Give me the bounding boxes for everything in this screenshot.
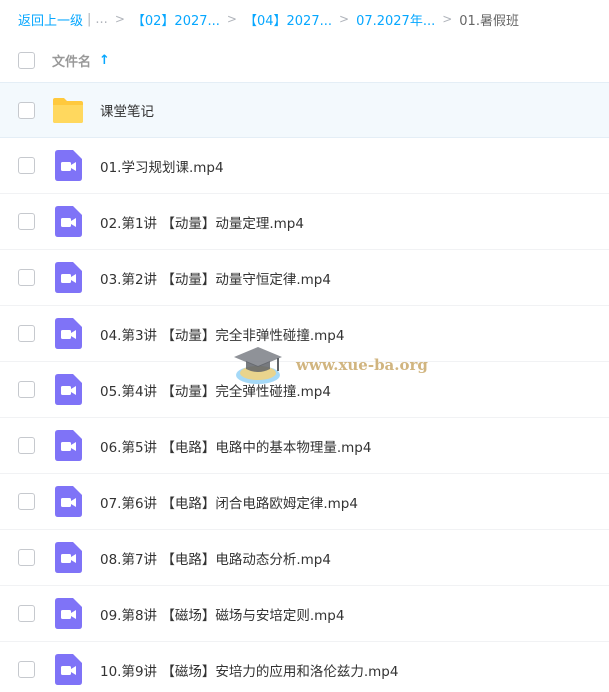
chevron-right-icon: > (339, 12, 350, 26)
row-checkbox[interactable] (18, 157, 35, 174)
file-name[interactable]: 06.第5讲 【电路】电路中的基本物理量.mp4 (100, 436, 371, 456)
chevron-right-icon: > (114, 12, 125, 26)
select-all-checkbox[interactable] (18, 51, 35, 69)
file-row[interactable]: 02.第1讲 【动量】动量定理.mp4 (0, 194, 609, 250)
file-row[interactable]: 01.学习规划课.mp4 (0, 138, 609, 194)
row-checkbox[interactable] (18, 213, 35, 230)
back-link[interactable]: 返回上一级 (18, 10, 83, 29)
video-file-icon (51, 485, 85, 519)
file-row[interactable]: 08.第7讲 【电路】电路动态分析.mp4 (0, 530, 609, 586)
list-header: 文件名 ↑ (0, 38, 609, 82)
file-name[interactable]: 08.第7讲 【电路】电路动态分析.mp4 (100, 548, 331, 568)
row-checkbox[interactable] (18, 325, 35, 342)
file-name[interactable]: 07.第6讲 【电路】闭合电路欧姆定律.mp4 (100, 492, 358, 512)
file-row[interactable]: 10.第9讲 【磁场】安培力的应用和洛伦兹力.mp4 (0, 642, 609, 692)
breadcrumb-item-2[interactable]: 【04】2027... (244, 10, 332, 29)
sort-by-name-button[interactable]: 文件名 ↑ (52, 51, 110, 70)
file-name[interactable]: 课堂笔记 (100, 100, 154, 120)
video-file-icon (51, 653, 85, 687)
row-checkbox[interactable] (18, 269, 35, 286)
video-file-icon (51, 149, 85, 183)
video-file-icon (51, 597, 85, 631)
file-name[interactable]: 09.第8讲 【磁场】磁场与安培定则.mp4 (100, 604, 344, 624)
row-checkbox[interactable] (18, 101, 35, 119)
breadcrumb-divider: | (87, 11, 92, 27)
file-row[interactable]: 03.第2讲 【动量】动量守恒定律.mp4 (0, 250, 609, 306)
file-name[interactable]: 05.第4讲 【动量】完全弹性碰撞.mp4 (100, 380, 331, 400)
file-name[interactable]: 04.第3讲 【动量】完全非弹性碰撞.mp4 (100, 324, 344, 344)
breadcrumb-item-3[interactable]: 07.2027年... (356, 10, 435, 29)
row-checkbox[interactable] (18, 437, 35, 454)
chevron-right-icon: > (442, 12, 453, 26)
file-row[interactable]: 06.第5讲 【电路】电路中的基本物理量.mp4 (0, 418, 609, 474)
file-row[interactable]: 07.第6讲 【电路】闭合电路欧姆定律.mp4 (0, 474, 609, 530)
row-checkbox[interactable] (18, 661, 35, 678)
row-checkbox[interactable] (18, 549, 35, 566)
file-row[interactable]: 09.第8讲 【磁场】磁场与安培定则.mp4 (0, 586, 609, 642)
video-file-icon (51, 317, 85, 351)
video-file-icon (51, 429, 85, 463)
breadcrumb-item-1[interactable]: 【02】2027... (132, 10, 220, 29)
file-name[interactable]: 01.学习规划课.mp4 (100, 156, 224, 176)
video-file-icon (51, 541, 85, 575)
row-checkbox[interactable] (18, 493, 35, 510)
folder-row[interactable]: 课堂笔记 (0, 82, 609, 138)
video-file-icon (51, 205, 85, 239)
file-list: 课堂笔记 01.学习规划课.mp4 02.第1讲 【动量】动量定理.mp4 03.第2… (0, 82, 609, 692)
breadcrumb-ellipsis[interactable]: ... (95, 12, 107, 27)
breadcrumb-current: 01.暑假班 (459, 13, 519, 29)
breadcrumb: 返回上一级 | ... > 【02】2027... > 【04】2027... … (0, 0, 609, 38)
video-file-icon (51, 261, 85, 295)
row-checkbox[interactable] (18, 605, 35, 622)
file-name[interactable]: 02.第1讲 【动量】动量定理.mp4 (100, 212, 304, 232)
column-name-label: 文件名 (52, 54, 92, 70)
file-name[interactable]: 03.第2讲 【动量】动量守恒定律.mp4 (100, 268, 331, 288)
chevron-right-icon: > (226, 12, 237, 26)
folder-icon (51, 93, 85, 127)
file-name[interactable]: 10.第9讲 【磁场】安培力的应用和洛伦兹力.mp4 (100, 660, 398, 680)
file-row[interactable]: 04.第3讲 【动量】完全非弹性碰撞.mp4 (0, 306, 609, 362)
arrow-up-icon: ↑ (99, 52, 110, 68)
video-file-icon (51, 373, 85, 407)
row-checkbox[interactable] (18, 381, 35, 398)
file-row[interactable]: 05.第4讲 【动量】完全弹性碰撞.mp4 (0, 362, 609, 418)
